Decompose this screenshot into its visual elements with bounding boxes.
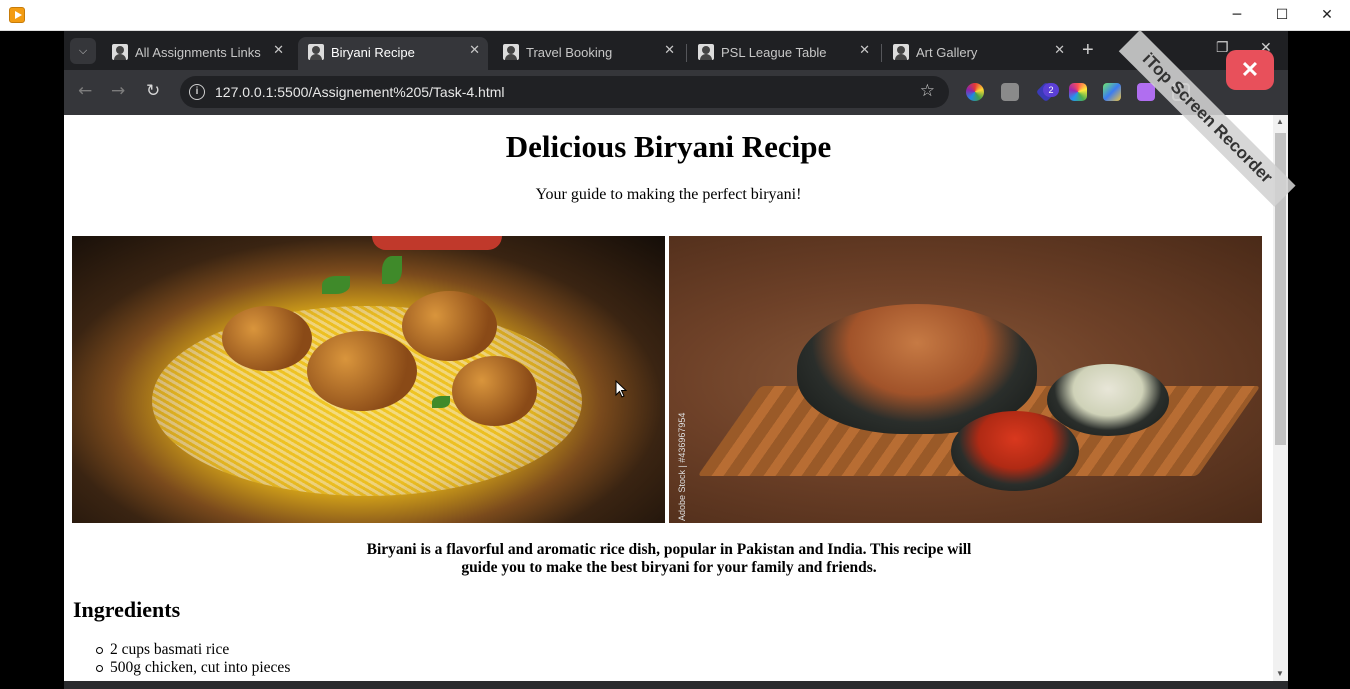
tab-search-icon[interactable]: ⌵ [70,38,96,64]
tab-label: Travel Booking [526,45,613,60]
chicken-piece [402,291,497,361]
biryani-pot-image: Adobe Stock | #436967954 [669,236,1262,523]
image-watermark-caption: Adobe Stock | #436967954 [677,412,687,521]
camera-extension-icon[interactable] [1001,83,1019,101]
extension-badge: 2 [1043,83,1059,97]
chicken-piece [222,306,312,371]
minimize-button[interactable]: ─ [1214,0,1260,31]
chicken-piece [452,356,537,426]
page-title: Delicious Biryani Recipe [505,129,832,164]
list-item: 2 cups basmati rice [95,641,290,659]
intro-paragraph: Biryani is a flavorful and aromatic rice… [366,541,972,576]
close-tab-icon[interactable]: ✕ [1054,42,1065,58]
profile-favicon-icon [503,44,519,60]
tab-psl-league-table[interactable]: PSL League Table ✕ [688,37,878,70]
tab-label: Biryani Recipe [331,45,415,60]
tab-label: Art Gallery [916,45,978,60]
browser-toolbar: ← → ↻ i 127.0.0.1:5500/Assignement%205/T… [64,70,1288,115]
info-icon[interactable]: i [189,84,205,100]
recorder-right-margin [1288,31,1350,689]
herb-garnish [322,276,350,294]
recorder-logo-icon: ✕ [1226,50,1274,90]
raita-bowl [1047,364,1169,436]
recorder-left-margin [0,31,64,689]
profile-favicon-icon [308,44,324,60]
restore-tab-window-icon[interactable]: ❐ [1216,39,1229,56]
recorder-app-icon [9,7,25,23]
close-tab-icon[interactable]: ✕ [664,42,675,58]
tab-travel-booking[interactable]: Travel Booking ✕ [493,37,683,70]
url-text[interactable]: 127.0.0.1:5500/Assignement%205/Task-4.ht… [215,84,505,100]
color-extension-icon[interactable] [1103,83,1121,101]
page-content: Delicious Biryani Recipe Your guide to m… [64,115,1273,681]
page-subtitle: Your guide to making the perfect biryani… [535,186,802,203]
color-picker-extension-icon[interactable] [966,83,984,101]
profile-favicon-icon [112,44,128,60]
list-item: 500g chicken, cut into pieces [95,659,291,676]
recorder-bottom-bar [64,681,1288,689]
herb-garnish [382,256,402,284]
ingredients-list: 2 cups basmati rice 500g chicken, cut in… [95,641,291,677]
side-bowl [372,236,502,250]
ingredients-heading: Ingredients [73,597,181,622]
herb-garnish [432,396,450,408]
colorzilla-extension-icon[interactable] [1069,83,1087,101]
reload-icon[interactable]: ↻ [146,81,160,101]
close-tab-icon[interactable]: ✕ [859,42,870,58]
close-tab-icon[interactable]: ✕ [273,42,284,58]
profile-favicon-icon [698,44,714,60]
chutney-bowl [951,411,1079,491]
close-window-button[interactable]: ✕ [1304,0,1350,31]
tab-label: PSL League Table [721,45,827,60]
tab-biryani-recipe[interactable]: Biryani Recipe ✕ [298,37,488,70]
tab-all-assignments[interactable]: All Assignments Links ✕ [102,37,292,70]
new-tab-button[interactable]: + [1082,39,1094,61]
browser-window: ⌵ All Assignments Links ✕ Biryani Recipe… [64,31,1288,689]
forward-icon[interactable]: → [111,81,125,101]
scroll-down-icon[interactable]: ▼ [1276,669,1284,678]
mouse-cursor-icon [615,380,627,398]
tab-separator [881,44,882,62]
tab-strip: ⌵ All Assignments Links ✕ Biryani Recipe… [64,31,1288,70]
bookmark-star-icon[interactable]: ☆ [920,81,935,101]
recorder-title-bar: ─ ☐ ✕ [0,0,1350,31]
profile-favicon-icon [893,44,909,60]
biryani-plate-image [72,236,665,523]
close-tab-icon[interactable]: ✕ [469,42,480,58]
scroll-up-icon[interactable]: ▲ [1276,117,1284,126]
chicken-piece [307,331,417,411]
maximize-button[interactable]: ☐ [1259,0,1305,31]
tab-art-gallery[interactable]: Art Gallery ✕ [883,37,1073,70]
back-icon[interactable]: ← [78,81,92,101]
tab-label: All Assignments Links [135,45,261,60]
tab-separator [686,44,687,62]
address-bar[interactable]: i 127.0.0.1:5500/Assignement%205/Task-4.… [180,76,949,108]
